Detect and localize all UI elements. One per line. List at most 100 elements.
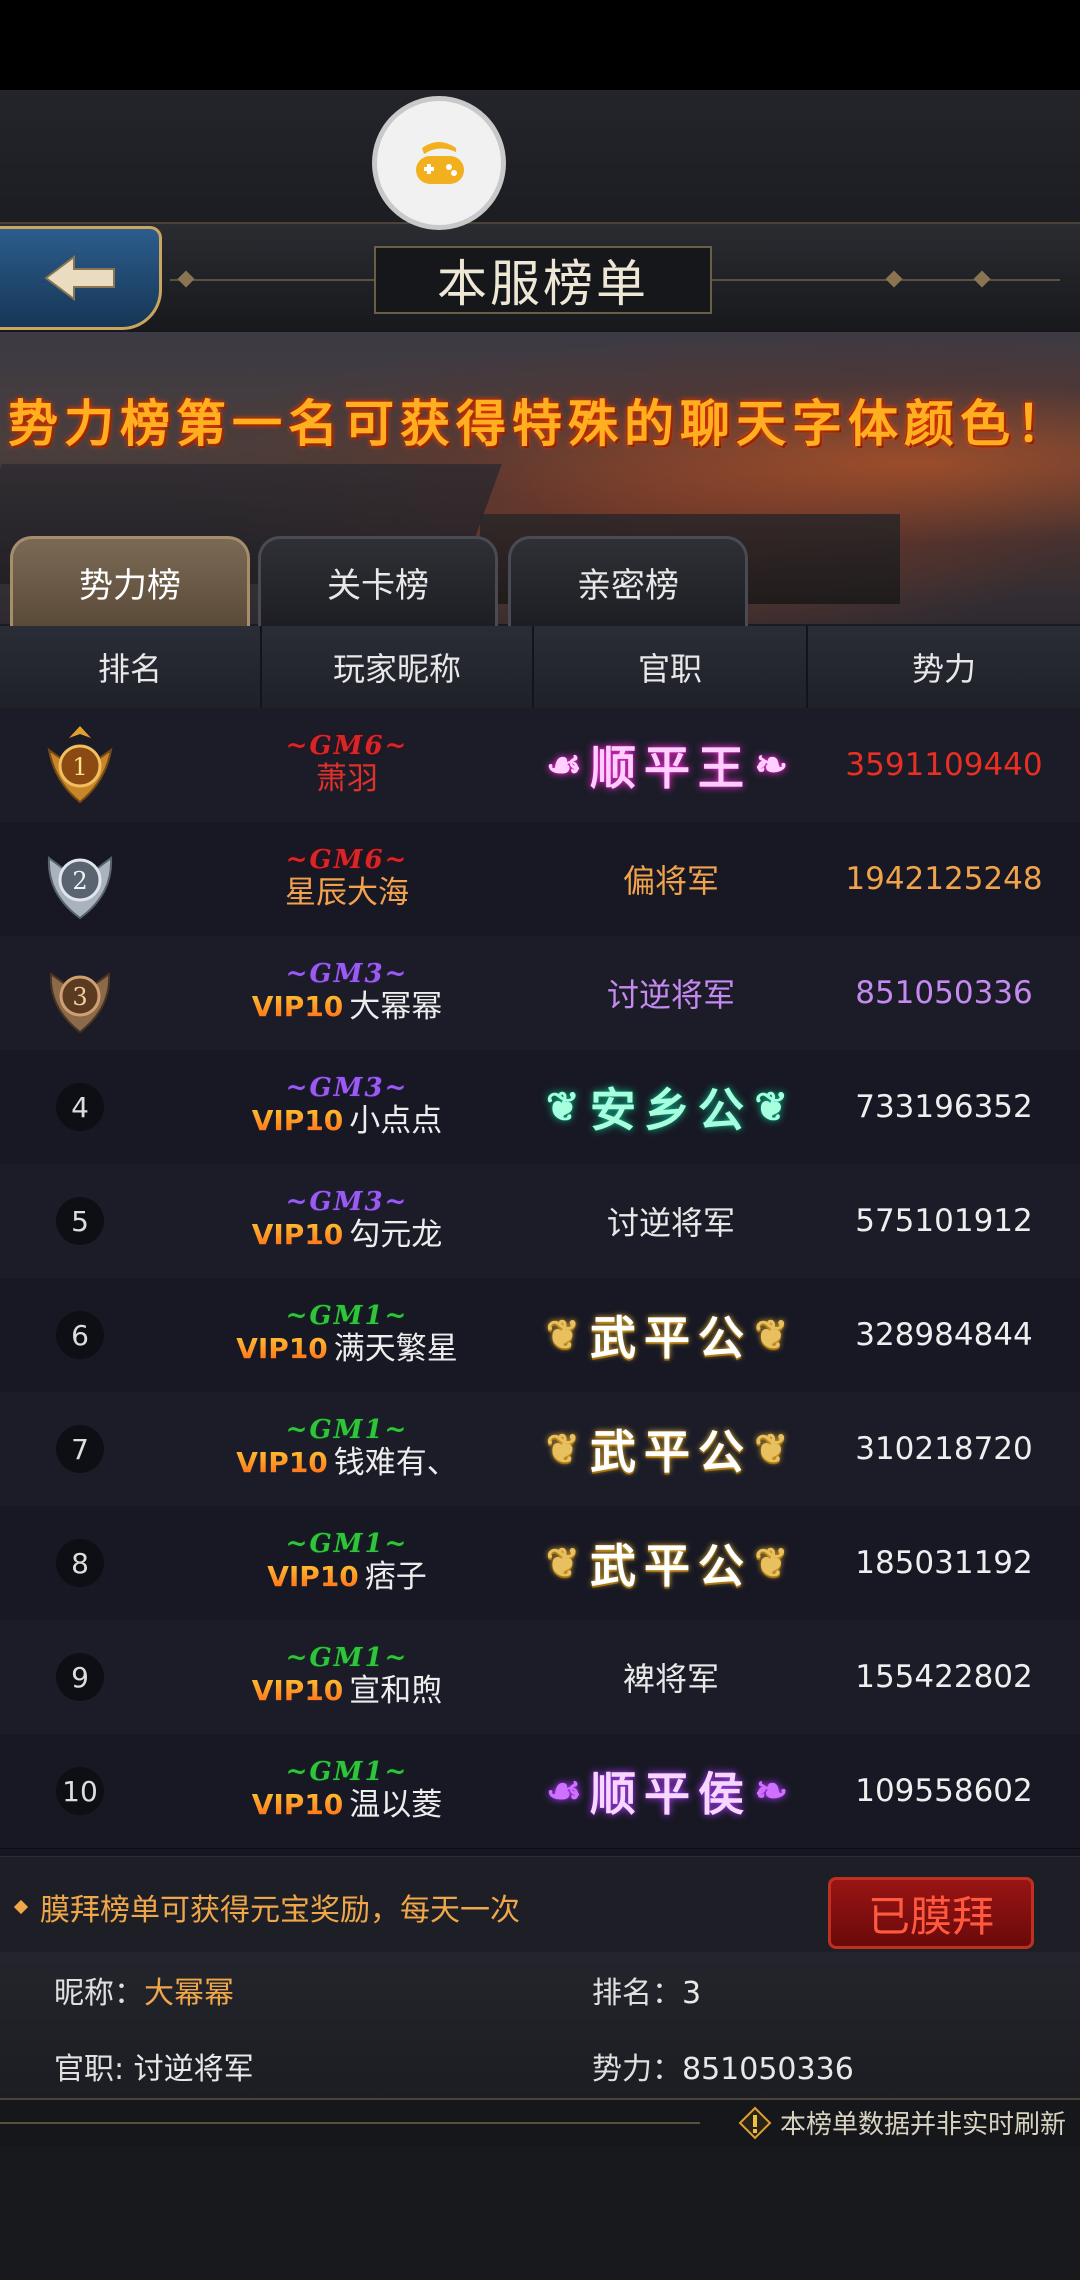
player-name: 小点点 xyxy=(349,1103,443,1139)
swirl-ornament-icon: ❦ xyxy=(754,1083,796,1131)
gm-badge: ~GM6~ xyxy=(285,845,409,875)
gm-badge: ~GM1~ xyxy=(285,1643,409,1673)
gm-badge: ~GM1~ xyxy=(285,1415,409,1445)
worship-bar: 膜拜榜单可获得元宝奖励，每天一次 已膜拜 xyxy=(0,1856,1080,1953)
vip-badge: VIP10 xyxy=(236,1444,328,1482)
official-title: 讨逆将军 xyxy=(606,1204,735,1242)
my-power: 势力：851050336 xyxy=(592,2052,854,2087)
player-name: 星辰大海 xyxy=(285,875,409,911)
bullet-icon xyxy=(13,1899,29,1915)
player-name: 大幂幂 xyxy=(349,989,443,1025)
bottom-strip: 本榜单数据并非实时刷新 xyxy=(0,2098,1080,2148)
my-title: 官职: 讨逆将军 xyxy=(54,2052,254,2087)
banner-text: 势力榜第一名可获得特殊的聊天字体颜色！ xyxy=(8,394,1072,453)
swirl-ornament-icon: ❦ xyxy=(546,1539,588,1587)
vip-badge: VIP10 xyxy=(252,1216,344,1254)
table-row[interactable]: 1 ~GM6~ 萧羽 ☙ 顺平王 ❧ 3591109440 xyxy=(0,708,1080,823)
player-name: 温以菱 xyxy=(349,1787,443,1823)
tab-power-ranking[interactable]: 势力榜 xyxy=(10,536,250,626)
silver-medal-icon: 2 xyxy=(47,856,113,920)
gm-badge: ~GM3~ xyxy=(285,1187,409,1217)
back-button[interactable] xyxy=(0,226,162,330)
svg-text:3: 3 xyxy=(72,983,87,1011)
power-value: 310218720 xyxy=(855,1431,1033,1467)
table-row[interactable]: 6 ~GM1~ VIP10 满天繁星 ❦ 武平公 ❦ 328984844 xyxy=(0,1278,1080,1393)
page-title: 本服榜单 xyxy=(437,255,649,313)
swirl-ornament-icon: ☙ xyxy=(546,741,590,789)
power-value: 328984844 xyxy=(855,1317,1033,1353)
status-bar xyxy=(0,0,1080,90)
page-title-frame: 本服榜单 xyxy=(374,246,712,314)
swirl-ornament-icon: ❧ xyxy=(754,1767,796,1815)
official-title: ☙ 顺平王 ❧ xyxy=(546,741,796,795)
table-row[interactable]: 10 ~GM1~ VIP10 温以菱 ☙ 顺平侯 ❧ 109558602 xyxy=(0,1734,1080,1849)
swirl-ornament-icon: ❦ xyxy=(754,1425,796,1473)
vip-badge: VIP10 xyxy=(252,1786,344,1824)
tab-stage-ranking[interactable]: 关卡榜 xyxy=(258,536,498,626)
my-info-panel: 昵称：大幂幂 排名：3 官职: 讨逆将军 势力：851050336 xyxy=(0,1952,1080,2100)
swirl-ornament-icon: ☙ xyxy=(546,1767,590,1815)
game-controller-icon[interactable] xyxy=(372,96,506,230)
table-row[interactable]: 7 ~GM1~ VIP10 钱难有、 ❦ 武平公 ❦ 310218720 xyxy=(0,1392,1080,1507)
official-title: ❦ 武平公 ❦ xyxy=(546,1539,796,1593)
official-title: ❦ 武平公 ❦ xyxy=(546,1425,796,1479)
gm-badge: ~GM6~ xyxy=(285,731,409,761)
power-value: 185031192 xyxy=(855,1545,1033,1581)
swirl-ornament-icon: ❦ xyxy=(546,1425,588,1473)
player-name: 勾元龙 xyxy=(349,1217,443,1253)
official-title: 讨逆将军 xyxy=(606,976,735,1014)
bronze-medal-icon: 3 xyxy=(49,972,111,1034)
header-power: 势力 xyxy=(911,650,976,688)
rank-number: 9 xyxy=(56,1653,104,1701)
gm-badge: ~GM3~ xyxy=(285,959,409,989)
player-name: 痞子 xyxy=(364,1559,427,1595)
header-official-title: 官职 xyxy=(534,626,808,708)
svg-text:2: 2 xyxy=(72,867,87,895)
svg-text:1: 1 xyxy=(72,753,87,781)
swirl-ornament-icon: ❧ xyxy=(754,741,796,789)
rank-number: 10 xyxy=(56,1767,104,1815)
vip-badge: VIP10 xyxy=(252,1672,344,1710)
gm-badge: ~GM1~ xyxy=(285,1757,409,1787)
power-value: 109558602 xyxy=(855,1773,1033,1809)
back-arrow-icon xyxy=(43,255,115,301)
official-title: 偏将军 xyxy=(622,862,719,900)
gm-badge: ~GM3~ xyxy=(285,1073,409,1103)
player-name: 钱难有、 xyxy=(333,1445,458,1481)
bottom-background xyxy=(0,2146,1080,2280)
table-row[interactable]: 8 ~GM1~ VIP10 痞子 ❦ 武平公 ❦ 185031192 xyxy=(0,1506,1080,1621)
top-background xyxy=(0,90,1080,225)
player-name: 宣和煦 xyxy=(349,1673,443,1709)
vip-badge: VIP10 xyxy=(236,1330,328,1368)
table-row[interactable]: 3 ~GM3~ VIP10 大幂幂 讨逆将军 851050336 xyxy=(0,936,1080,1051)
power-value: 1942125248 xyxy=(845,861,1043,897)
gm-badge: ~GM1~ xyxy=(285,1301,409,1331)
swirl-ornament-icon: ❦ xyxy=(754,1539,796,1587)
swirl-ornament-icon: ❦ xyxy=(754,1311,796,1359)
rank-number: 8 xyxy=(56,1539,104,1587)
table-row[interactable]: 9 ~GM1~ VIP10 宣和煦 裨将军 155422802 xyxy=(0,1620,1080,1735)
official-title: ☙ 顺平侯 ❧ xyxy=(546,1767,796,1821)
rank-number: 7 xyxy=(56,1425,104,1473)
gold-medal-icon: 1 xyxy=(47,726,113,804)
vip-badge: VIP10 xyxy=(252,988,344,1026)
table-row[interactable]: 2 ~GM6~ 星辰大海 偏将军 1942125248 xyxy=(0,822,1080,937)
warning-icon xyxy=(738,2106,772,2139)
tab-intimacy-ranking[interactable]: 亲密榜 xyxy=(508,536,748,626)
power-value: 575101912 xyxy=(855,1203,1033,1239)
gm-badge: ~GM1~ xyxy=(285,1529,409,1559)
power-value: 733196352 xyxy=(855,1089,1033,1125)
power-value: 3591109440 xyxy=(845,747,1043,783)
ranking-table: 排名 玩家昵称 官职 势力 1 ~GM6~ 萧羽 ☙ 顺平王 ❧ 3591109… xyxy=(0,626,1080,1856)
table-row[interactable]: 5 ~GM3~ VIP10 勾元龙 讨逆将军 575101912 xyxy=(0,1164,1080,1279)
my-nickname: 昵称：大幂幂 xyxy=(54,1976,234,2011)
worship-button[interactable]: 已膜拜 xyxy=(828,1877,1034,1949)
refresh-note: 本榜单数据并非实时刷新 xyxy=(779,2110,1066,2140)
rank-number: 5 xyxy=(56,1197,104,1245)
table-row[interactable]: 4 ~GM3~ VIP10 小点点 ❦ 安乡公 ❦ 733196352 xyxy=(0,1050,1080,1165)
official-title: ❦ 武平公 ❦ xyxy=(546,1311,796,1365)
player-name: 满天繁星 xyxy=(333,1331,458,1367)
vip-badge: VIP10 xyxy=(252,1102,344,1140)
tab-bar: 势力榜 关卡榜 亲密榜 xyxy=(0,536,1080,626)
swirl-ornament-icon: ❦ xyxy=(546,1311,588,1359)
